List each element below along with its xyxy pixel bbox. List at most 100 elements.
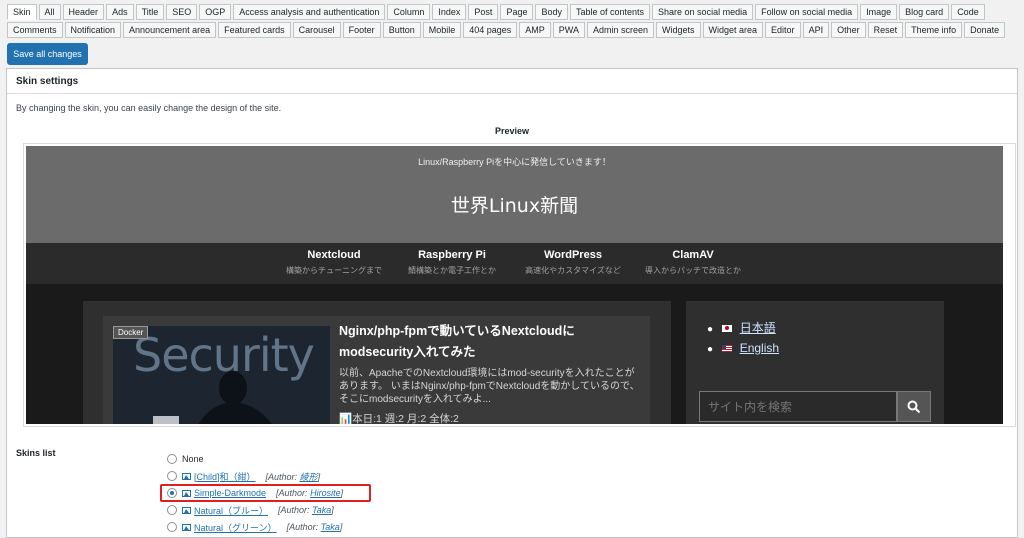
- author-link[interactable]: Taka: [312, 505, 331, 515]
- save-all-changes-button[interactable]: Save all changes: [7, 43, 88, 65]
- nav-item-clamav[interactable]: ClamAV 導入からパッチで改造とか: [638, 249, 748, 276]
- tab-all[interactable]: All: [38, 4, 61, 20]
- search-button[interactable]: [897, 391, 931, 422]
- tab-api[interactable]: API: [802, 22, 830, 38]
- tab-editor[interactable]: Editor: [765, 22, 801, 38]
- tab-announcement-area[interactable]: Announcement area: [123, 22, 217, 38]
- author-suffix: ]: [339, 522, 343, 532]
- skin-author: [Author: 綾形]: [266, 470, 321, 483]
- tab-title[interactable]: Title: [135, 4, 165, 20]
- site-header: Linux/Raspberry Piを中心に発信していきます！ 世界Linux新…: [26, 146, 1003, 243]
- nav-item-name: WordPress: [544, 249, 602, 261]
- image-icon: [182, 472, 191, 480]
- tab-code[interactable]: Code: [951, 4, 985, 20]
- site-nav: Nextcloud 構築からチューニングまで Raspberry Pi 鯖構築と…: [26, 243, 1003, 284]
- tab-page[interactable]: Page: [500, 4, 534, 20]
- skin-radio[interactable]: [167, 454, 177, 464]
- site-title[interactable]: 世界Linux新聞: [26, 191, 1003, 218]
- tab-other[interactable]: Other: [831, 22, 866, 38]
- tab-access-analysis[interactable]: Access analysis and authentication: [233, 4, 386, 20]
- language-link-en[interactable]: English: [740, 341, 779, 355]
- skin-author: [Author: Taka]: [287, 522, 343, 532]
- tab-post[interactable]: Post: [468, 4, 499, 20]
- author-prefix: [Author:: [278, 505, 310, 515]
- image-icon: [182, 523, 191, 531]
- panel-description: By changing the skin, you can easily cha…: [16, 103, 282, 113]
- tab-reset[interactable]: Reset: [867, 22, 904, 38]
- site-preview: Linux/Raspberry Piを中心に発信していきます！ 世界Linux新…: [26, 146, 1003, 424]
- skin-preview-link[interactable]: Natural（グリーン）: [194, 521, 277, 534]
- tab-body[interactable]: Body: [535, 4, 568, 20]
- skin-radio[interactable]: [167, 471, 177, 481]
- us-flag-icon: [722, 345, 733, 353]
- tab-seo[interactable]: SEO: [166, 4, 198, 20]
- tab-skin[interactable]: Skin: [7, 4, 37, 20]
- skin-radio[interactable]: [167, 505, 177, 515]
- nav-item-sub: 導入からパッチで改造とか: [645, 266, 741, 275]
- post-title[interactable]: Nginx/php-fpmで動いているNextcloudにmodsecurity…: [339, 321, 639, 363]
- author-suffix: ]: [317, 471, 321, 482]
- tab-table-of-contents[interactable]: Table of contents: [569, 4, 651, 20]
- search-input[interactable]: [699, 391, 897, 422]
- skin-preview-link[interactable]: [Child]和（紺）: [194, 470, 256, 483]
- nav-item-raspberry-pi[interactable]: Raspberry Pi 鯖構築とか電子工作とか: [397, 249, 507, 276]
- author-link[interactable]: Taka: [321, 522, 340, 532]
- tab-ogp[interactable]: OGP: [199, 4, 232, 20]
- nav-item-sub: 構築からチューニングまで: [286, 266, 382, 275]
- language-item-ja: ● 日本語: [707, 319, 776, 336]
- skin-author: [Author: Taka]: [278, 505, 334, 515]
- tab-ads[interactable]: Ads: [106, 4, 134, 20]
- author-suffix: ]: [340, 488, 344, 498]
- panel-title: Skin settings: [16, 76, 79, 87]
- skin-option-simple-darkmode[interactable]: Simple-Darkmode [Author: Hirosite]: [167, 486, 343, 500]
- skin-preview-link[interactable]: Simple-Darkmode: [194, 488, 266, 498]
- nav-item-name: ClamAV: [672, 249, 714, 261]
- skin-preview-link[interactable]: Natural（ブルー）: [194, 504, 268, 517]
- tab-404-pages[interactable]: 404 pages: [463, 22, 518, 38]
- tab-blog-card[interactable]: Blog card: [899, 4, 950, 20]
- bar-chart-icon: 📊: [339, 413, 353, 424]
- tab-header[interactable]: Header: [62, 4, 105, 20]
- nav-item-wordpress[interactable]: WordPress 高速化やカスタマイズなど: [518, 249, 628, 276]
- tab-follow-social[interactable]: Follow on social media: [755, 4, 859, 20]
- tab-theme-info[interactable]: Theme info: [905, 22, 963, 38]
- tab-carousel[interactable]: Carousel: [292, 22, 341, 38]
- site-search: [699, 391, 931, 422]
- tab-column[interactable]: Column: [387, 4, 431, 20]
- post-stats-text: 本日:1 週:2 月:2 全体:2: [352, 413, 459, 424]
- tab-comments[interactable]: Comments: [7, 22, 63, 38]
- skin-option-natural-green[interactable]: Natural（グリーン） [Author: Taka]: [167, 520, 342, 534]
- tab-footer[interactable]: Footer: [342, 22, 381, 38]
- tab-featured-cards[interactable]: Featured cards: [218, 22, 291, 38]
- tab-index[interactable]: Index: [432, 4, 467, 20]
- author-link[interactable]: Hirosite: [310, 488, 341, 498]
- author-prefix: [Author:: [286, 522, 319, 532]
- skin-option-none[interactable]: None: [167, 452, 204, 466]
- post-thumbnail: Security Docker: [113, 326, 330, 424]
- main-content: Security Docker Nginx/php-fpmで動いているNextc…: [83, 301, 671, 424]
- language-link-ja[interactable]: 日本語: [740, 321, 776, 335]
- author-prefix: [Author:: [265, 471, 298, 482]
- tab-donate[interactable]: Donate: [964, 22, 1006, 38]
- tab-share-social[interactable]: Share on social media: [652, 4, 754, 20]
- skin-option-natural-blue[interactable]: Natural（ブルー） [Author: Taka]: [167, 503, 334, 517]
- skin-option-wa-kon[interactable]: [Child]和（紺） [Author: 綾形]: [167, 469, 320, 483]
- tab-widget-area[interactable]: Widget area: [702, 22, 764, 38]
- tab-button[interactable]: Button: [382, 22, 421, 38]
- tab-amp[interactable]: AMP: [519, 22, 551, 38]
- tab-notification[interactable]: Notification: [64, 22, 122, 38]
- tab-admin-screen[interactable]: Admin screen: [586, 22, 654, 38]
- skin-radio-selected[interactable]: [167, 488, 177, 498]
- image-icon: [182, 489, 191, 497]
- tab-mobile[interactable]: Mobile: [422, 22, 462, 38]
- post-card[interactable]: Security Docker Nginx/php-fpmで動いているNextc…: [103, 316, 650, 424]
- skin-radio[interactable]: [167, 522, 177, 532]
- skin-settings-panel: Skin settings By changing the skin, you …: [6, 68, 1018, 538]
- nav-item-nextcloud[interactable]: Nextcloud 構築からチューニングまで: [279, 249, 389, 276]
- tab-pwa[interactable]: PWA: [552, 22, 585, 38]
- tab-image[interactable]: Image: [860, 4, 898, 20]
- skins-list-label: Skins list: [16, 448, 56, 458]
- tab-widgets[interactable]: Widgets: [656, 22, 701, 38]
- author-link[interactable]: 綾形: [300, 472, 318, 482]
- post-stats: 📊本日:1 週:2 月:2 全体:2: [339, 411, 459, 424]
